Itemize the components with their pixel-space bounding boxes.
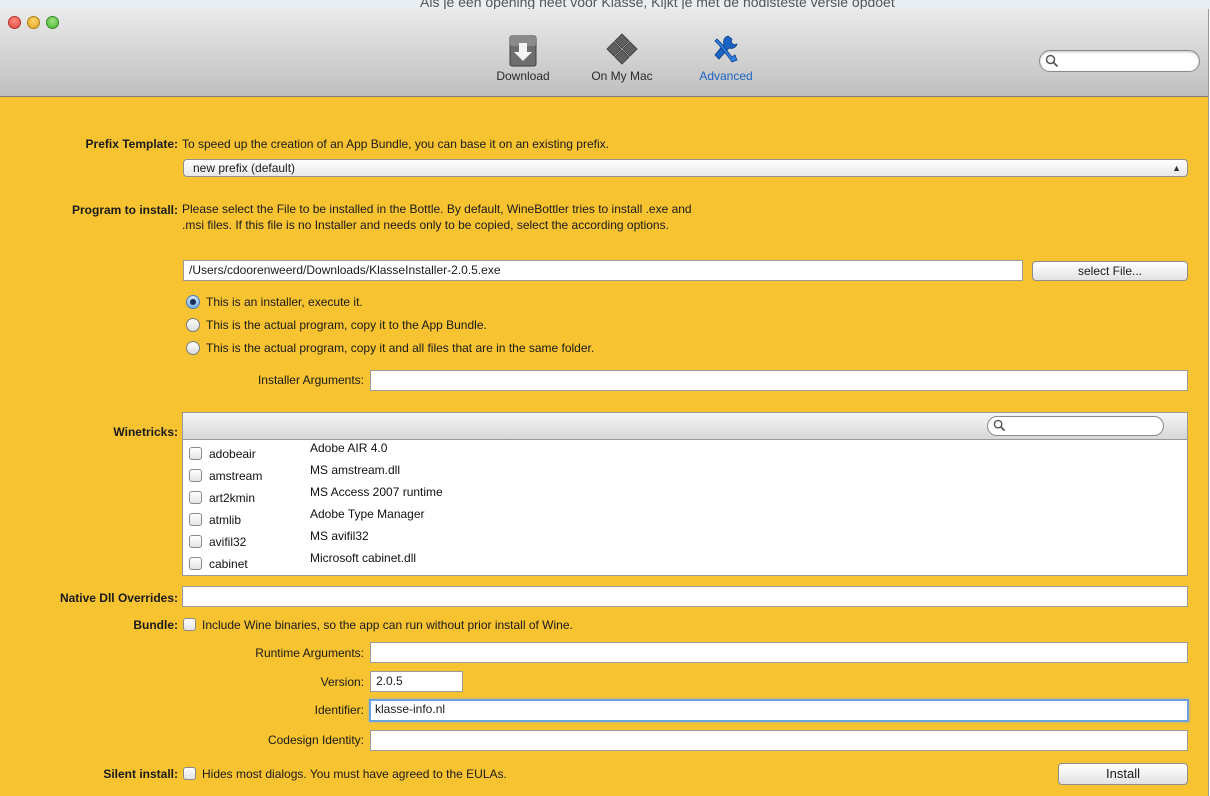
winetricks-search-field[interactable] <box>987 416 1164 436</box>
native-dll-overrides-field[interactable] <box>182 586 1188 607</box>
toolbar: Download On My Mac Advanced <box>0 9 1208 97</box>
silent-install-checkbox[interactable] <box>183 767 196 780</box>
version-label: Version: <box>320 675 364 689</box>
prefix-template-selected: new prefix (default) <box>193 161 296 175</box>
installer-arguments-field[interactable] <box>370 370 1188 391</box>
popup-arrows-icon: ▲ <box>1172 163 1181 173</box>
search-icon <box>993 419 1006 432</box>
winetricks-desc: Adobe Type Manager <box>310 507 425 521</box>
download-icon <box>509 35 537 67</box>
winetricks-checkbox[interactable] <box>189 535 202 548</box>
winetricks-row: atmlib Adobe Type Manager <box>183 507 1187 529</box>
identifier-label: Identifier: <box>314 703 364 717</box>
winetricks-name: cabinet <box>209 557 248 571</box>
radio-copy-to-bundle[interactable] <box>186 318 200 332</box>
on-my-mac-icon <box>606 33 638 65</box>
winetricks-checkbox[interactable] <box>189 447 202 460</box>
winetricks-row: avifil32 MS avifil32 <box>183 529 1187 551</box>
tab-on-my-mac-label: On My Mac <box>591 69 653 83</box>
winetricks-name: art2kmin <box>209 491 256 505</box>
winetricks-desc: MS Access 2007 runtime <box>310 485 443 499</box>
winetricks-name: amstream <box>209 469 263 483</box>
silent-install-label: Silent install: <box>103 767 178 781</box>
radio-installer-execute[interactable] <box>186 295 200 309</box>
winetricks-label: Winetricks: <box>113 425 178 439</box>
close-window-button[interactable] <box>8 16 21 29</box>
winetricks-name: atmlib <box>209 513 242 527</box>
tab-advanced[interactable]: Advanced <box>686 33 766 83</box>
native-dll-overrides-label: Native Dll Overrides: <box>59 591 178 605</box>
winetricks-desc: MS amstream.dll <box>310 463 401 477</box>
prefix-template-description: To speed up the creation of an App Bundl… <box>182 137 609 151</box>
program-path-field[interactable]: /Users/cdoorenweerd/Downloads/KlasseInst… <box>183 260 1023 281</box>
winetricks-desc: Microsoft cabinet.dll <box>310 551 417 565</box>
program-to-install-label: Program to install: <box>71 203 178 217</box>
radio-copy-folder-label: This is the actual program, copy it and … <box>206 341 595 355</box>
installer-arguments-label: Installer Arguments: <box>257 373 364 387</box>
winetricks-desc: Adobe AIR 4.0 <box>310 441 388 455</box>
runtime-arguments-field[interactable] <box>370 642 1188 663</box>
winetricks-name: avifil32 <box>209 535 247 549</box>
prefix-template-label: Prefix Template: <box>85 137 178 151</box>
tab-download[interactable]: Download <box>483 33 563 83</box>
version-field[interactable]: 2.0.5 <box>370 671 463 692</box>
winebottler-window: Download On My Mac Advanced Prefix Templ… <box>0 9 1209 796</box>
winetricks-header <box>183 413 1187 440</box>
select-file-button[interactable]: select File... <box>1032 261 1188 281</box>
search-icon <box>1045 54 1059 68</box>
winetricks-row: art2kmin MS Access 2007 runtime <box>183 485 1187 507</box>
bundle-checkbox[interactable] <box>183 618 196 631</box>
winetricks-row: amstream MS amstream.dll <box>183 463 1187 485</box>
tab-advanced-label: Advanced <box>699 69 753 83</box>
winetricks-list: adobeair Adobe AIR 4.0 amstream MS amstr… <box>182 412 1188 576</box>
winetricks-checkbox[interactable] <box>189 491 202 504</box>
prefix-template-popup[interactable]: new prefix (default) ▲ <box>183 159 1188 177</box>
bundle-label: Bundle: <box>133 618 178 632</box>
program-to-install-description: Please select the File to be installed i… <box>182 202 692 232</box>
radio-copy-folder[interactable] <box>186 341 200 355</box>
winetricks-row: adobeair Adobe AIR 4.0 <box>183 441 1187 463</box>
silent-install-checkbox-label: Hides most dialogs. You must have agreed… <box>202 767 507 781</box>
toolbar-search-field[interactable] <box>1039 50 1200 72</box>
bundle-checkbox-label: Include Wine binaries, so the app can ru… <box>202 618 573 632</box>
advanced-panel: Prefix Template: To speed up the creatio… <box>0 97 1208 796</box>
zoom-window-button[interactable] <box>46 16 59 29</box>
winetricks-checkbox[interactable] <box>189 513 202 526</box>
winetricks-desc: MS avifil32 <box>310 529 369 543</box>
codesign-identity-label: Codesign Identity: <box>267 733 364 747</box>
identifier-field[interactable]: klasse-info.nl <box>369 699 1189 722</box>
runtime-arguments-label: Runtime Arguments: <box>255 646 364 660</box>
codesign-identity-field[interactable] <box>370 730 1188 751</box>
winetricks-checkbox[interactable] <box>189 469 202 482</box>
winetricks-name: adobeair <box>209 447 256 461</box>
radio-copy-to-bundle-label: This is the actual program, copy it to t… <box>206 318 487 332</box>
minimize-window-button[interactable] <box>27 16 40 29</box>
winetricks-row: cabinet Microsoft cabinet.dll <box>183 551 1187 573</box>
winetricks-checkbox[interactable] <box>189 557 202 570</box>
tab-on-my-mac[interactable]: On My Mac <box>582 33 662 83</box>
install-button[interactable]: Install <box>1058 763 1188 785</box>
radio-installer-execute-label: This is an installer, execute it. <box>206 295 363 309</box>
tab-download-label: Download <box>496 69 550 83</box>
advanced-tools-icon <box>714 35 738 63</box>
